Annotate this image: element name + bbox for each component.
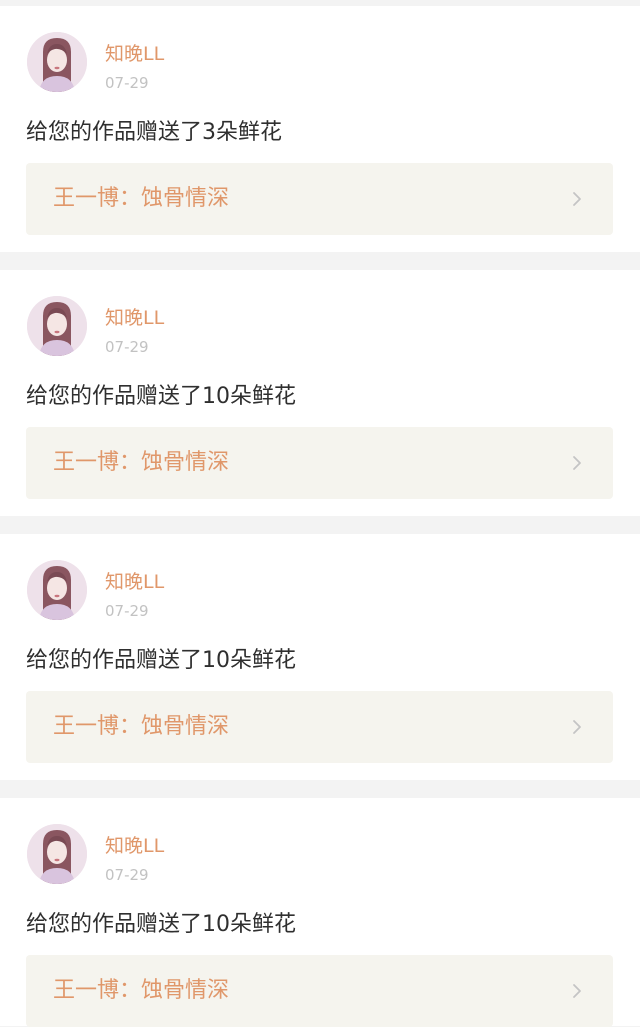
chevron-right-icon — [569, 191, 585, 207]
avatar[interactable] — [27, 560, 87, 620]
notification-feed: 知晚LL 07-29 给您的作品赠送了3朵鲜花 王一博：蚀骨情深 知晚LL 07… — [0, 0, 640, 1027]
notification-card: 知晚LL 07-29 给您的作品赠送了10朵鲜花 王一博：蚀骨情深 — [0, 270, 640, 516]
notification-date: 07-29 — [105, 338, 149, 356]
notification-message: 给您的作品赠送了10朵鲜花 — [26, 384, 296, 409]
avatar-image — [27, 32, 87, 92]
username[interactable]: 知晚LL — [105, 42, 164, 66]
notification-card: 知晚LL 07-29 给您的作品赠送了10朵鲜花 王一博：蚀骨情深 — [0, 798, 640, 1027]
username[interactable]: 知晚LL — [105, 834, 164, 858]
avatar[interactable] — [27, 824, 87, 884]
avatar[interactable] — [27, 296, 87, 356]
avatar[interactable] — [27, 32, 87, 92]
work-title: 王一博：蚀骨情深 — [53, 714, 230, 739]
chevron-right-icon — [569, 455, 585, 471]
avatar-image — [27, 560, 87, 620]
work-link[interactable]: 王一博：蚀骨情深 — [26, 427, 613, 499]
notification-message: 给您的作品赠送了3朵鲜花 — [26, 120, 282, 145]
notification-date: 07-29 — [105, 866, 149, 884]
work-link[interactable]: 王一博：蚀骨情深 — [26, 691, 613, 763]
work-title: 王一博：蚀骨情深 — [53, 450, 230, 475]
work-link[interactable]: 王一博：蚀骨情深 — [26, 163, 613, 235]
avatar-image — [27, 296, 87, 356]
notification-date: 07-29 — [105, 602, 149, 620]
chevron-right-icon — [569, 719, 585, 735]
username[interactable]: 知晚LL — [105, 306, 164, 330]
notification-card: 知晚LL 07-29 给您的作品赠送了3朵鲜花 王一博：蚀骨情深 — [0, 6, 640, 252]
notification-message: 给您的作品赠送了10朵鲜花 — [26, 648, 296, 673]
username[interactable]: 知晚LL — [105, 570, 164, 594]
work-title: 王一博：蚀骨情深 — [53, 186, 230, 211]
notification-message: 给您的作品赠送了10朵鲜花 — [26, 912, 296, 937]
notification-card: 知晚LL 07-29 给您的作品赠送了10朵鲜花 王一博：蚀骨情深 — [0, 534, 640, 780]
notification-date: 07-29 — [105, 74, 149, 92]
work-link[interactable]: 王一博：蚀骨情深 — [26, 955, 613, 1027]
avatar-image — [27, 824, 87, 884]
chevron-right-icon — [569, 983, 585, 999]
work-title: 王一博：蚀骨情深 — [53, 978, 230, 1003]
